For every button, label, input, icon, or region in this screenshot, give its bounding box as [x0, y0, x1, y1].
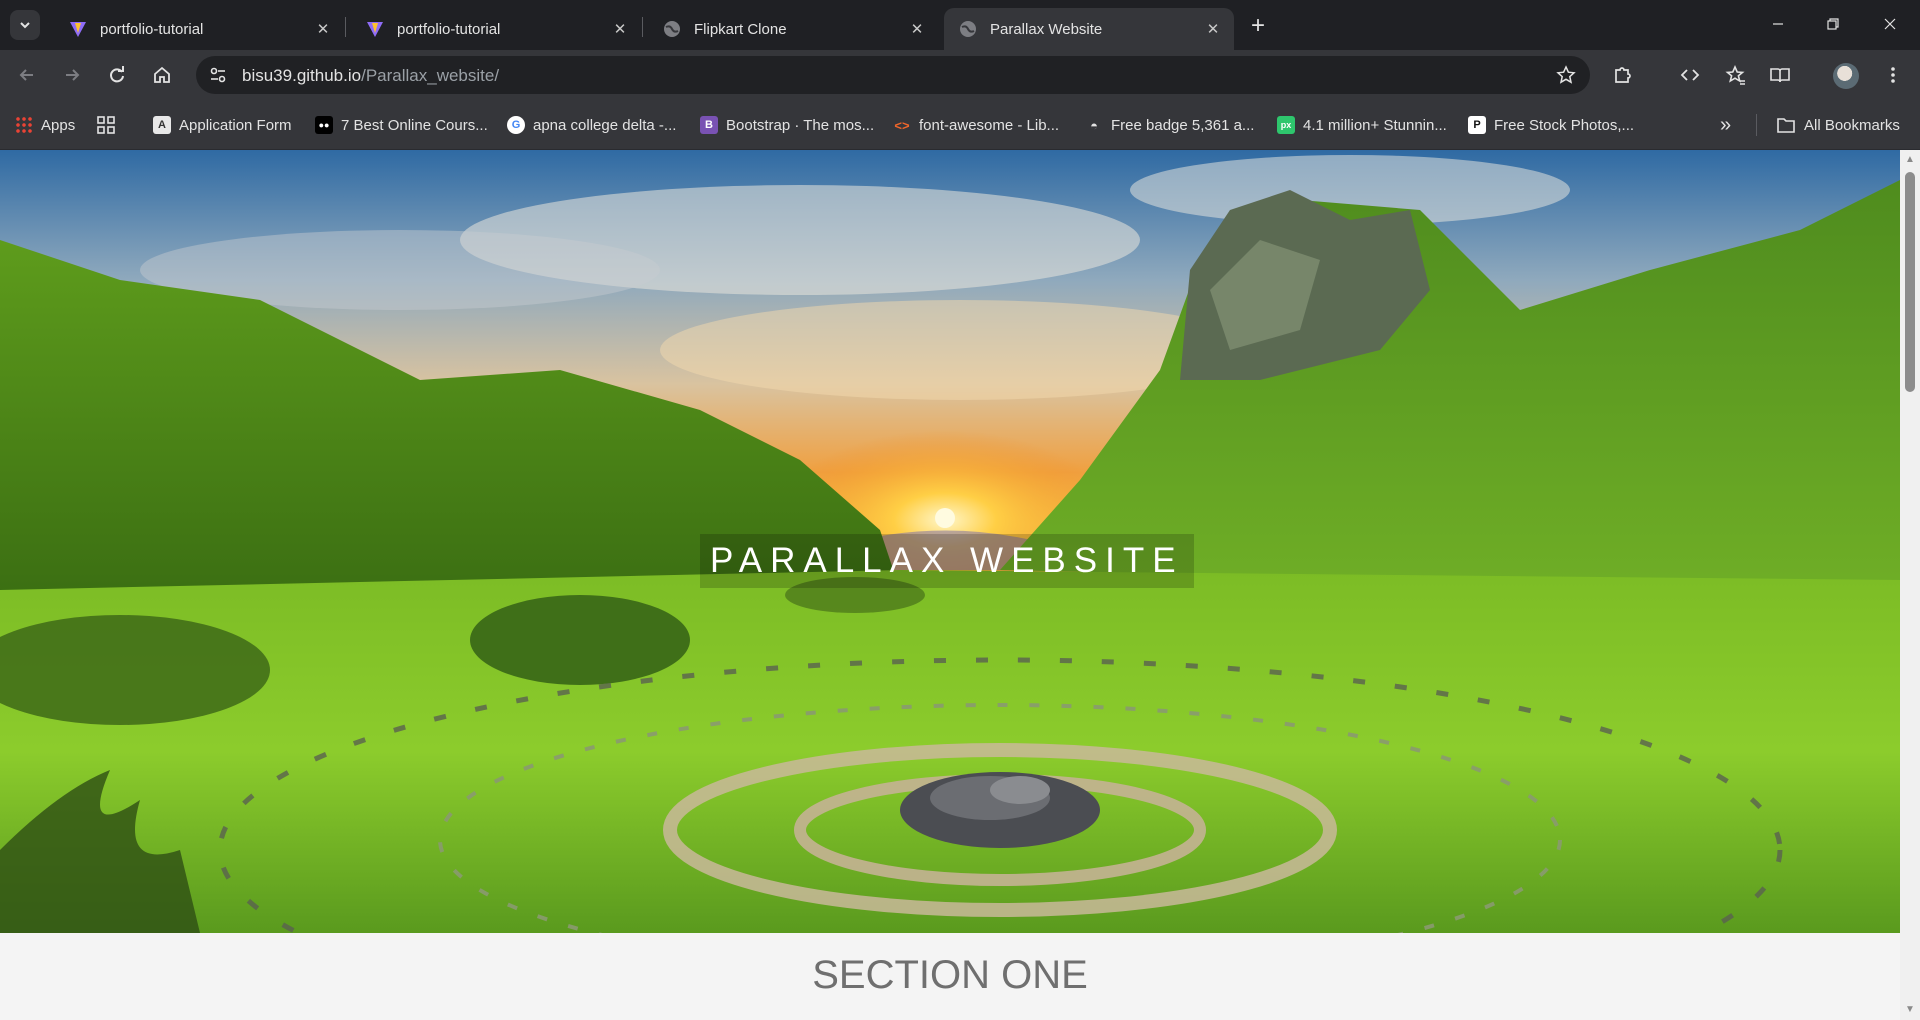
minimize-icon: [1773, 23, 1783, 25]
bookmark-star-icon[interactable]: [1556, 65, 1576, 85]
tab-title: Flipkart Clone: [694, 20, 787, 38]
hero-title: PARALLAX WEBSITE: [700, 534, 1194, 588]
home-button[interactable]: [146, 59, 178, 91]
close-window-button[interactable]: [1870, 8, 1910, 40]
restore-icon: [1827, 18, 1839, 30]
page-viewport: PARALLAX WEBSITE SECTION ONE: [0, 150, 1900, 1020]
bookmark-label: Free Stock Photos,...: [1494, 116, 1635, 134]
all-bookmarks-button[interactable]: All Bookmarks: [1776, 114, 1900, 136]
restore-button[interactable]: [1813, 8, 1853, 40]
browser-toolbar: bisu39.github.io/Parallax_website/: [0, 50, 1920, 100]
close-icon: [1884, 18, 1896, 30]
minimize-button[interactable]: [1758, 8, 1798, 40]
bookmark-label: Apps: [41, 116, 76, 134]
bookmark-label: 7 Best Online Cours...: [341, 116, 488, 134]
section-one: SECTION ONE: [0, 933, 1900, 1020]
folder-icon: [1777, 118, 1795, 133]
bookmark-font-awesome[interactable]: <> font-awesome - Lib...: [893, 114, 1059, 136]
scrollbar-thumb[interactable]: [1905, 172, 1915, 392]
apps-grid-icon: [15, 116, 33, 134]
tab-separator: [345, 17, 346, 37]
tab-title: portfolio-tutorial: [397, 20, 501, 38]
profile-avatar[interactable]: [1833, 63, 1859, 89]
bootstrap-icon: B: [700, 116, 718, 134]
pexels-icon: P: [1468, 116, 1486, 134]
reload-button[interactable]: [101, 59, 133, 91]
scroll-down-arrow[interactable]: ▼: [1904, 1004, 1916, 1016]
hero-section: PARALLAX WEBSITE: [0, 150, 1900, 933]
puzzle-icon: [1615, 67, 1631, 83]
home-icon: [154, 66, 170, 83]
bookmark-label: 4.1 million+ Stunnin...: [1303, 116, 1447, 134]
all-bookmarks-label: All Bookmarks: [1804, 116, 1900, 134]
favorites-button[interactable]: [1719, 59, 1751, 91]
bookmarks-overflow-button[interactable]: »: [1720, 114, 1731, 136]
tab-parallax-website[interactable]: Parallax Website ✕: [944, 8, 1234, 50]
bookmarks-divider: [1756, 114, 1757, 136]
page-scrollbar[interactable]: ▲ ▼: [1900, 150, 1920, 1020]
url-text[interactable]: bisu39.github.io/Parallax_website/: [242, 66, 499, 86]
tab-portfolio-tutorial-1[interactable]: portfolio-tutorial ✕: [54, 8, 344, 50]
tab-separator: [642, 17, 643, 37]
vite-icon: [70, 22, 86, 37]
close-icon[interactable]: ✕: [314, 20, 332, 38]
tab-portfolio-tutorial-2[interactable]: portfolio-tutorial ✕: [351, 8, 641, 50]
close-icon[interactable]: ✕: [908, 20, 926, 38]
star-list-icon: [1725, 65, 1745, 85]
vite-icon: [367, 22, 383, 37]
bookmark-bootstrap[interactable]: B Bootstrap · The mos...: [700, 114, 874, 136]
bookmark-free-badge[interactable]: ◓ Free badge 5,361 a...: [1085, 114, 1254, 136]
reload-icon: [110, 66, 124, 83]
reading-mode-button[interactable]: [1764, 59, 1796, 91]
globe-icon: [960, 21, 976, 37]
section-title: SECTION ONE: [812, 953, 1088, 997]
grid-icon: [97, 116, 115, 134]
bookmark-label: apna college delta -...: [533, 116, 677, 134]
tab-flipkart-clone[interactable]: Flipkart Clone ✕: [648, 8, 938, 50]
new-tab-button[interactable]: +: [1244, 12, 1272, 40]
pixabay-icon: px: [1277, 116, 1295, 134]
close-icon[interactable]: ✕: [1204, 20, 1222, 38]
globe-icon: [664, 21, 680, 37]
arrow-left-icon: [19, 69, 33, 81]
close-icon[interactable]: ✕: [611, 20, 629, 38]
address-bar[interactable]: bisu39.github.io/Parallax_website/: [196, 56, 1590, 94]
bookmark-apps[interactable]: Apps: [15, 114, 75, 136]
site-settings-icon[interactable]: [208, 65, 228, 85]
bookmark-label: Free badge 5,361 a...: [1111, 116, 1255, 134]
forward-button[interactable]: [56, 59, 88, 91]
tab-strip: portfolio-tutorial ✕ portfolio-tutorial …: [0, 0, 1920, 50]
bookmark-application-form[interactable]: A Application Form: [153, 114, 292, 136]
tab-title: portfolio-tutorial: [100, 20, 204, 38]
menu-button[interactable]: [1877, 59, 1909, 91]
tab-groups-button[interactable]: [96, 114, 116, 136]
bookmarks-bar: Apps A Application Form ●● 7 Best Online…: [0, 100, 1920, 150]
scroll-up-arrow[interactable]: ▲: [1904, 154, 1916, 166]
medium-icon: ●●: [315, 116, 333, 134]
bookmark-apna-college[interactable]: G apna college delta -...: [507, 114, 676, 136]
google-icon: G: [507, 116, 525, 134]
back-button[interactable]: [11, 59, 43, 91]
bookmark-online-courses[interactable]: ●● 7 Best Online Cours...: [315, 114, 488, 136]
url-path: /Parallax_website/: [361, 66, 500, 85]
code-icon: [1680, 69, 1700, 81]
url-host: bisu39.github.io: [242, 66, 362, 85]
tab-search-button[interactable]: [10, 10, 40, 40]
code-icon: <>: [894, 117, 910, 133]
bookmark-label: Bootstrap · The mos...: [726, 116, 875, 134]
bookmark-pexels[interactable]: P Free Stock Photos,...: [1468, 114, 1634, 136]
bookmark-label: font-awesome - Lib...: [919, 116, 1060, 134]
arrow-right-icon: [66, 69, 80, 81]
more-vert-icon: [1891, 67, 1895, 83]
tab-title: Parallax Website: [990, 20, 1103, 38]
form-icon: A: [153, 116, 171, 134]
chevron-down-icon: [20, 22, 30, 29]
book-icon: [1770, 68, 1790, 83]
badge-icon: ◓: [1090, 117, 1098, 133]
bookmark-pixabay[interactable]: px 4.1 million+ Stunnin...: [1277, 114, 1447, 136]
bookmark-label: Application Form: [179, 116, 292, 134]
extensions-button[interactable]: [1607, 59, 1639, 91]
devtools-button[interactable]: [1674, 59, 1706, 91]
